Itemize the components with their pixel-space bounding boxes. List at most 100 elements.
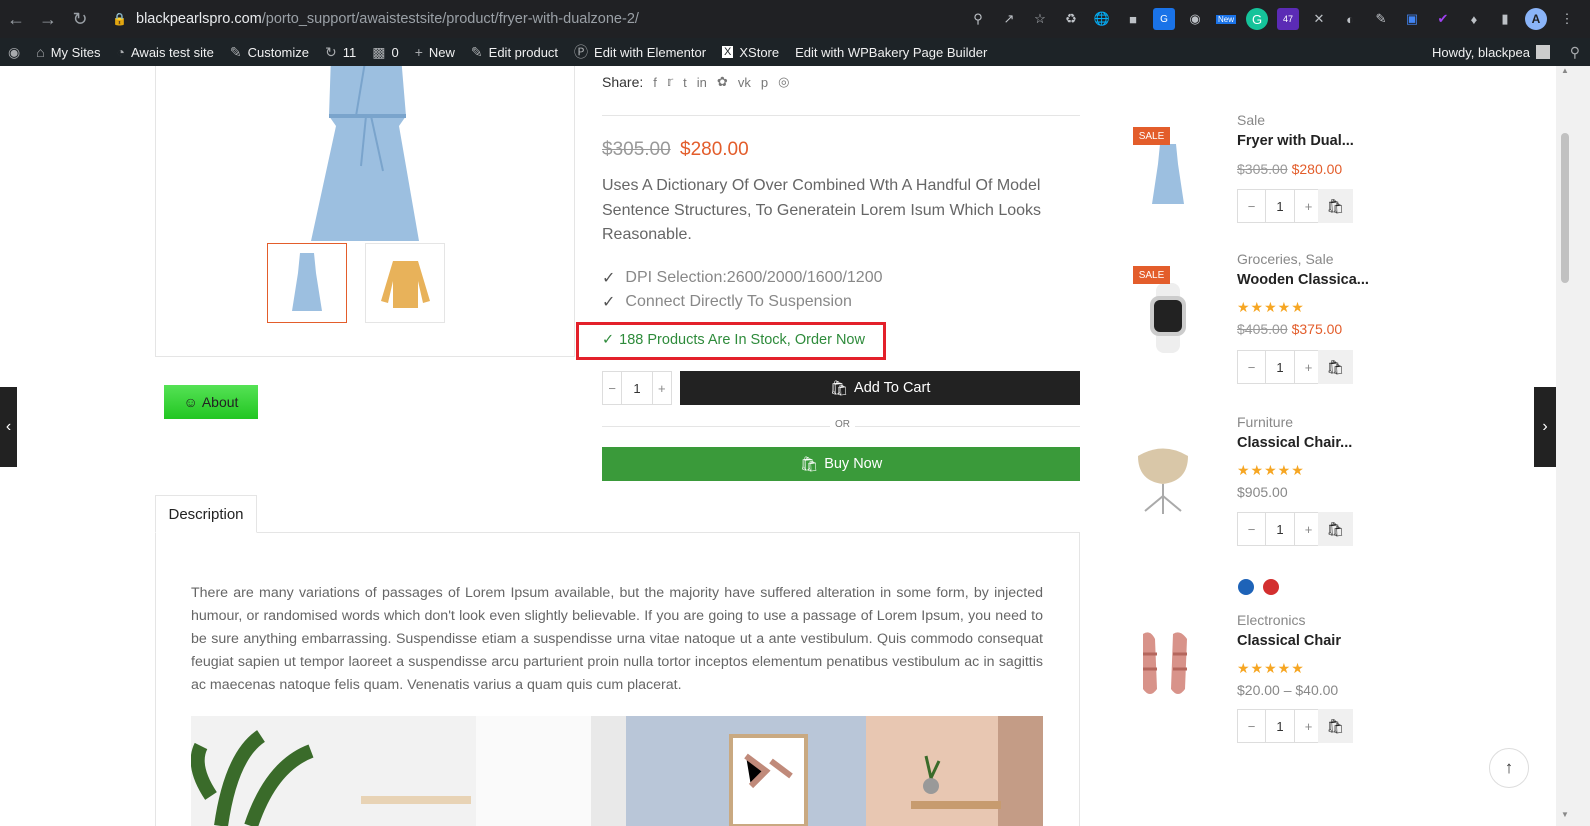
qty-value[interactable]: 1 [621,372,653,404]
pinterest-icon[interactable]: p [761,75,768,90]
stumbleupon-icon[interactable]: ✿ [717,74,728,90]
about-button[interactable]: ☺ About [164,385,258,419]
xstore-link[interactable]: X XStore [714,38,787,66]
qty-minus-button[interactable]: − [1238,710,1265,742]
tab-description[interactable]: Description [155,495,257,533]
sidebar-add-to-cart-button[interactable]: 🛍 [1318,709,1353,743]
wp-logo[interactable]: ◉ [0,38,28,66]
menu-icon[interactable]: ⋮ [1556,8,1578,30]
description-room-image [191,716,1043,826]
qty-minus-button[interactable]: − [1238,351,1265,383]
address-bar[interactable]: 🔒 blackpearlspro.com/porto_support/awais… [112,7,639,31]
translate-icon[interactable]: G [1153,8,1175,30]
sidebar-quantity-stepper[interactable]: −1 + [1237,709,1323,743]
wp-search-icon[interactable]: ⚲ [1570,44,1580,61]
qty-value[interactable]: 1 [1265,710,1295,742]
scrollbar-thumb[interactable] [1561,133,1569,283]
linkedin-icon[interactable]: in [697,75,707,90]
extensions-icon[interactable]: ♦ [1463,8,1485,30]
twitter-icon[interactable]: 𝕣 [667,74,673,90]
edit-elementor-link[interactable]: Ⓟ Edit with Elementor [566,38,714,66]
updates-count: 11 [342,44,357,60]
sidebar-add-to-cart-button[interactable]: 🛍 [1318,189,1353,223]
qty-minus-button[interactable]: − [603,372,621,404]
vk-icon[interactable]: vk [738,75,751,90]
qty-minus-button[interactable]: − [1238,190,1265,222]
forward-icon[interactable]: → [32,0,64,38]
reload-icon[interactable]: ↻ [64,0,96,38]
howdy-label: Howdy, blackpea [1431,44,1530,60]
qty-plus-button[interactable]: + [653,372,671,404]
my-sites-link[interactable]: ⌂ My Sites [28,38,108,66]
customize-link[interactable]: ✎ Customize [222,38,317,66]
sidebar-category[interactable]: Sale [1237,112,1265,128]
globe-icon[interactable]: 🌐 [1091,8,1113,30]
recycle-icon[interactable]: ♻ [1060,8,1082,30]
car-icon[interactable]: ■ [1122,8,1144,30]
sidebar-title[interactable]: Classical Chair [1237,633,1341,649]
sidebar-rating: ★★★★★ [1237,660,1305,676]
sidebar-category[interactable]: Furniture [1237,414,1293,430]
sidebar-price-old: $405.00 [1237,321,1288,337]
profile-avatar[interactable]: A [1525,8,1547,30]
grammarly-icon[interactable]: G [1246,8,1268,30]
account-menu[interactable]: Howdy, blackpea [1432,38,1550,66]
sidebar-quantity-stepper[interactable]: −1 + [1237,189,1323,223]
edit-product-link[interactable]: ✎ Edit product [463,38,566,66]
puzzle-47-icon[interactable]: 47 [1277,8,1299,30]
sidebar-category[interactable]: Groceries, Sale [1237,251,1333,267]
sidebar-product-image[interactable] [1133,436,1193,516]
new-badge-icon[interactable]: New [1215,8,1237,30]
buy-now-button[interactable]: 🛍 Buy Now [602,447,1080,481]
feather-icon[interactable]: ✔ [1432,8,1454,30]
sidebar-quantity-stepper[interactable]: −1 + [1237,350,1323,384]
bookmark-star-icon[interactable]: ☆ [1029,8,1051,30]
sidebar-title[interactable]: Fryer with Dual... [1237,133,1354,149]
new-content-link[interactable]: + New [407,38,463,66]
updates-link[interactable]: ↻ 11 [317,38,364,66]
qty-minus-button[interactable]: − [1238,513,1265,545]
facebook-icon[interactable]: f [653,75,657,90]
feature-item: ✓ Connect Directly To Suspension [602,292,852,312]
sidebar-add-to-cart-button[interactable]: 🛍 [1318,350,1353,384]
back-icon[interactable]: ← [0,0,32,38]
sidebar-category[interactable]: Electronics [1237,612,1305,628]
add-to-cart-button[interactable]: 🛍 Add To Cart [680,371,1080,405]
circle-icon[interactable]: ◐ [1339,8,1361,30]
zoom-icon[interactable]: ⚲ [967,8,989,30]
gallery-thumb-sweater[interactable] [365,243,445,323]
scroll-down-arrow-icon[interactable]: ▼ [1561,810,1569,819]
whatsapp-icon[interactable]: ◎ [778,74,789,90]
sidebar-title[interactable]: Classical Chair... [1237,435,1352,451]
prev-product-arrow[interactable]: ‹ [0,387,17,467]
sidebar-quantity-stepper[interactable]: −1 + [1237,512,1323,546]
scroll-up-arrow-icon[interactable]: ▲ [1561,66,1569,75]
sidebar-icon[interactable]: ▮ [1494,8,1516,30]
gallery-thumb-dress[interactable] [267,243,347,323]
share-icon[interactable]: ↗ [998,8,1020,30]
qty-value[interactable]: 1 [1265,351,1295,383]
camera-icon[interactable]: ◉ [1184,8,1206,30]
comments-link[interactable]: ▩ 0 [364,38,406,66]
quantity-stepper[interactable]: − 1 + [602,371,672,405]
sidebar-rating: ★★★★★ [1237,299,1305,315]
color-swatch-blue[interactable] [1238,579,1254,595]
check-icon: ✓ [602,270,616,287]
share-row: Share: f 𝕣 t in ✿ vk p ◎ [602,74,789,90]
next-product-arrow[interactable]: › [1534,387,1556,467]
sidebar-add-to-cart-button[interactable]: 🛍 [1318,512,1353,546]
sidebar-product-image[interactable] [1135,624,1195,704]
x-icon[interactable]: ✕ [1308,8,1330,30]
sidebar-product-image[interactable] [1138,278,1198,358]
pen-icon[interactable]: ✎ [1370,8,1392,30]
tumblr-icon[interactable]: t [683,75,687,90]
sidebar-title[interactable]: Wooden Classica... [1237,272,1369,288]
color-swatch-red[interactable] [1263,579,1279,595]
video-icon[interactable]: ▣ [1401,8,1423,30]
back-to-top-button[interactable]: ↑ [1489,748,1529,788]
main-product-image[interactable] [311,66,421,246]
qty-value[interactable]: 1 [1265,513,1295,545]
qty-value[interactable]: 1 [1265,190,1295,222]
edit-wpbakery-link[interactable]: Edit with WPBakery Page Builder [787,38,995,66]
site-name-link[interactable]: ◔ Awais test site [109,38,222,66]
